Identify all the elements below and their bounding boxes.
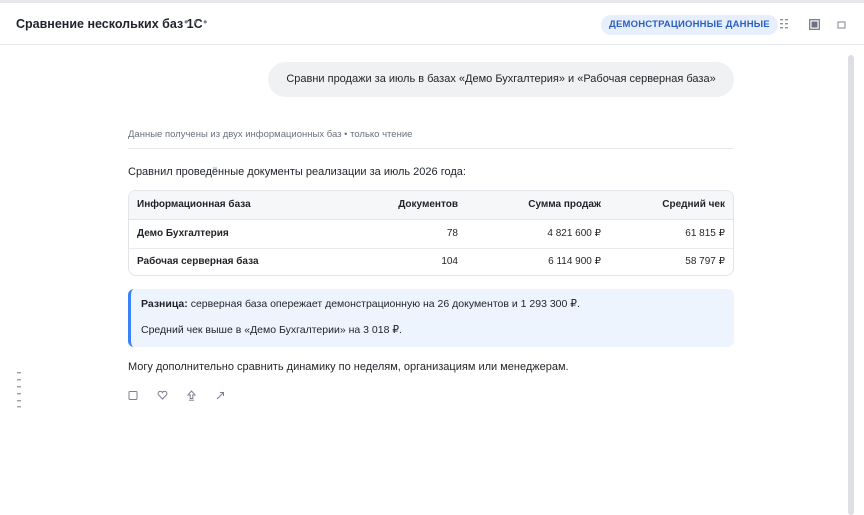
vertical-scrollbar[interactable]: [848, 55, 854, 515]
chat-title: Сравнение нескольких баз 1С: [16, 17, 203, 31]
table-cell: 4 821 600 ₽: [547, 228, 601, 239]
column-header: Информационная база: [137, 199, 251, 210]
table-cell: 104: [441, 256, 458, 267]
callout-text: серверная база опережает демонстрационну…: [187, 298, 580, 310]
demo-data-badge: ДЕМОНСТРАЦИОННЫЕ ДАННЫЕ: [601, 15, 778, 35]
user-message-bubble: Сравни продажи за июль в базах «Демо Бух…: [268, 62, 734, 97]
column-header: Средний чек: [662, 199, 725, 210]
callout-line-2: Средний чек выше в «Демо Бухгалтерии» на…: [141, 324, 402, 336]
divider: [128, 148, 734, 149]
table-header-row: Информационная база Документов Сумма про…: [129, 191, 733, 220]
heart-icon[interactable]: [157, 390, 168, 401]
column-header: Документов: [398, 199, 458, 210]
response-source-note: Данные получены из двух информационных б…: [128, 129, 413, 140]
more-options-icon[interactable]: • • •: [184, 15, 208, 29]
comparison-table: Информационная база Документов Сумма про…: [128, 190, 734, 276]
resize-handle-icon[interactable]: [14, 372, 24, 408]
table-cell: Демо Бухгалтерия: [137, 228, 229, 239]
callout-line-1: Разница: серверная база опережает демонс…: [141, 298, 580, 310]
response-intro: Сравнил проведённые документы реализации…: [128, 166, 466, 178]
callout-label: Разница:: [141, 298, 188, 310]
share-icon[interactable]: [215, 390, 226, 401]
table-cell: Рабочая серверная база: [137, 256, 259, 267]
table-cell: 58 797 ₽: [685, 256, 725, 267]
maximize-icon[interactable]: [836, 19, 847, 30]
grid-icon[interactable]: [780, 19, 791, 30]
difference-callout: Разница: серверная база опережает демонс…: [128, 289, 734, 347]
column-header: Сумма продаж: [528, 199, 601, 210]
table-cell: 61 815 ₽: [685, 228, 725, 239]
table-cell: 78: [446, 228, 458, 239]
table-row: Рабочая серверная база 104 6 114 900 ₽ 5…: [129, 248, 733, 275]
sidebar-icon[interactable]: [809, 19, 820, 30]
copy-icon[interactable]: [128, 390, 139, 401]
chat-header: Сравнение нескольких баз 1С • • • ДЕМОНС…: [0, 3, 864, 45]
response-outro: Могу дополнительно сравнить динамику по …: [128, 361, 569, 373]
thumbs-down-icon[interactable]: [186, 390, 197, 401]
table-cell: 6 114 900 ₽: [548, 256, 601, 267]
table-row: Демо Бухгалтерия 78 4 821 600 ₽ 61 815 ₽: [129, 220, 733, 249]
